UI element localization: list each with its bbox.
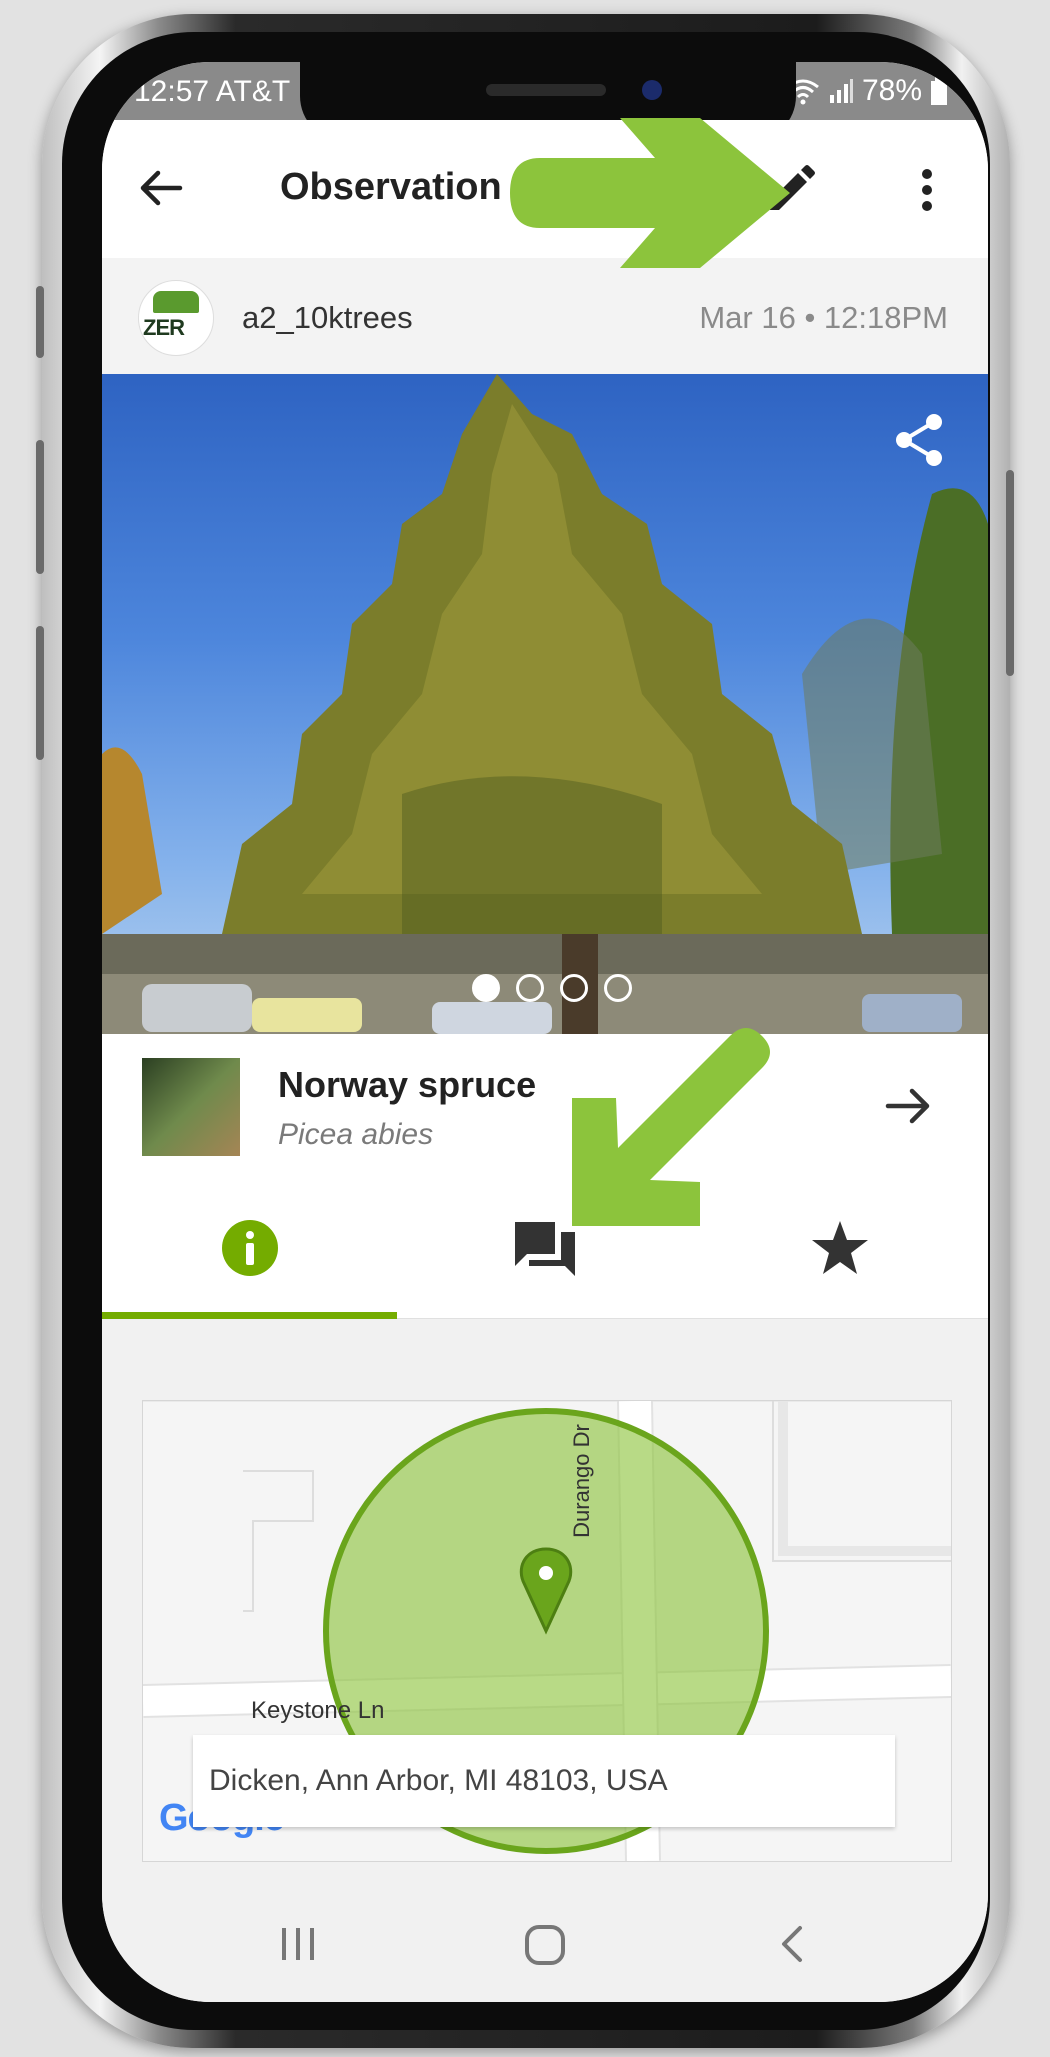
forward-arrow-icon[interactable]: [880, 1078, 936, 1134]
taxon-scientific-name: Picea abies: [278, 1118, 434, 1151]
comments-icon: [514, 1222, 575, 1276]
observer-username[interactable]: a2_10ktrees: [242, 300, 413, 336]
front-camera: [642, 80, 662, 100]
photo-dot-2[interactable]: [516, 974, 544, 1002]
page-title: Observation: [280, 166, 502, 208]
photo-dot-3[interactable]: [560, 974, 588, 1002]
status-icons: 78%: [786, 74, 948, 108]
map-street-label-keystone: Keystone Ln: [251, 1697, 385, 1724]
app-bar: Observation: [102, 120, 988, 259]
observation-photo[interactable]: [102, 374, 988, 1034]
photo-pager: [472, 974, 632, 1002]
tab-comments[interactable]: [397, 1178, 692, 1318]
system-back-icon[interactable]: [772, 1922, 816, 1966]
home-icon[interactable]: [522, 1922, 568, 1968]
tab-selected-indicator: [102, 1312, 397, 1319]
battery-icon: [931, 77, 947, 105]
taxon-thumbnail: [142, 1058, 240, 1156]
info-icon: [221, 1220, 278, 1276]
status-time: 12:57 AT&T: [134, 75, 291, 108]
phone-power-button: [1006, 470, 1014, 676]
phone-volume-down-button: [36, 626, 44, 760]
taxon-common-name: Norway spruce: [278, 1064, 537, 1105]
phone-volume-up-button: [36, 440, 44, 574]
signal-icon: [829, 79, 853, 103]
pencil-edit-icon[interactable]: [762, 160, 820, 218]
phone-side-button: [36, 286, 44, 358]
recent-apps-icon[interactable]: [276, 1922, 320, 1966]
system-nav-bar: [102, 1888, 988, 2002]
observation-date: Mar 16 • 12:18PM: [699, 300, 948, 335]
photo-dot-4[interactable]: [604, 974, 632, 1002]
back-arrow-icon[interactable]: [132, 158, 192, 218]
star-icon: [811, 1221, 868, 1274]
battery-percent: 78%: [861, 74, 922, 107]
spruce-tree-image: [102, 374, 988, 1034]
earpiece-speaker: [486, 84, 606, 96]
more-vert-icon[interactable]: [907, 160, 947, 220]
map-address-label: Dicken, Ann Arbor, MI 48103, USA: [193, 1735, 895, 1827]
tab-info[interactable]: [102, 1178, 397, 1318]
photo-dot-1[interactable]: [472, 974, 500, 1002]
observer-row[interactable]: ZER a2_10ktrees Mar 16 • 12:18PM: [102, 258, 988, 374]
app-screen: 12:57 AT&T 78% Observation ZER a2_10ktre…: [102, 62, 988, 2002]
avatar-logo-text: ZER: [143, 315, 185, 340]
tab-favorites[interactable]: [692, 1178, 987, 1318]
taxon-row[interactable]: Norway spruce Picea abies: [102, 1034, 988, 1179]
location-map[interactable]: Durango Dr Keystone Ln Google Dicken, An…: [142, 1400, 952, 1862]
share-icon[interactable]: [892, 412, 948, 468]
map-street-label-durango: Durango Dr: [569, 1424, 595, 1538]
avatar[interactable]: ZER: [138, 280, 214, 356]
detail-tabs: [102, 1178, 988, 1319]
avatar-logo-graphic: [153, 291, 199, 313]
